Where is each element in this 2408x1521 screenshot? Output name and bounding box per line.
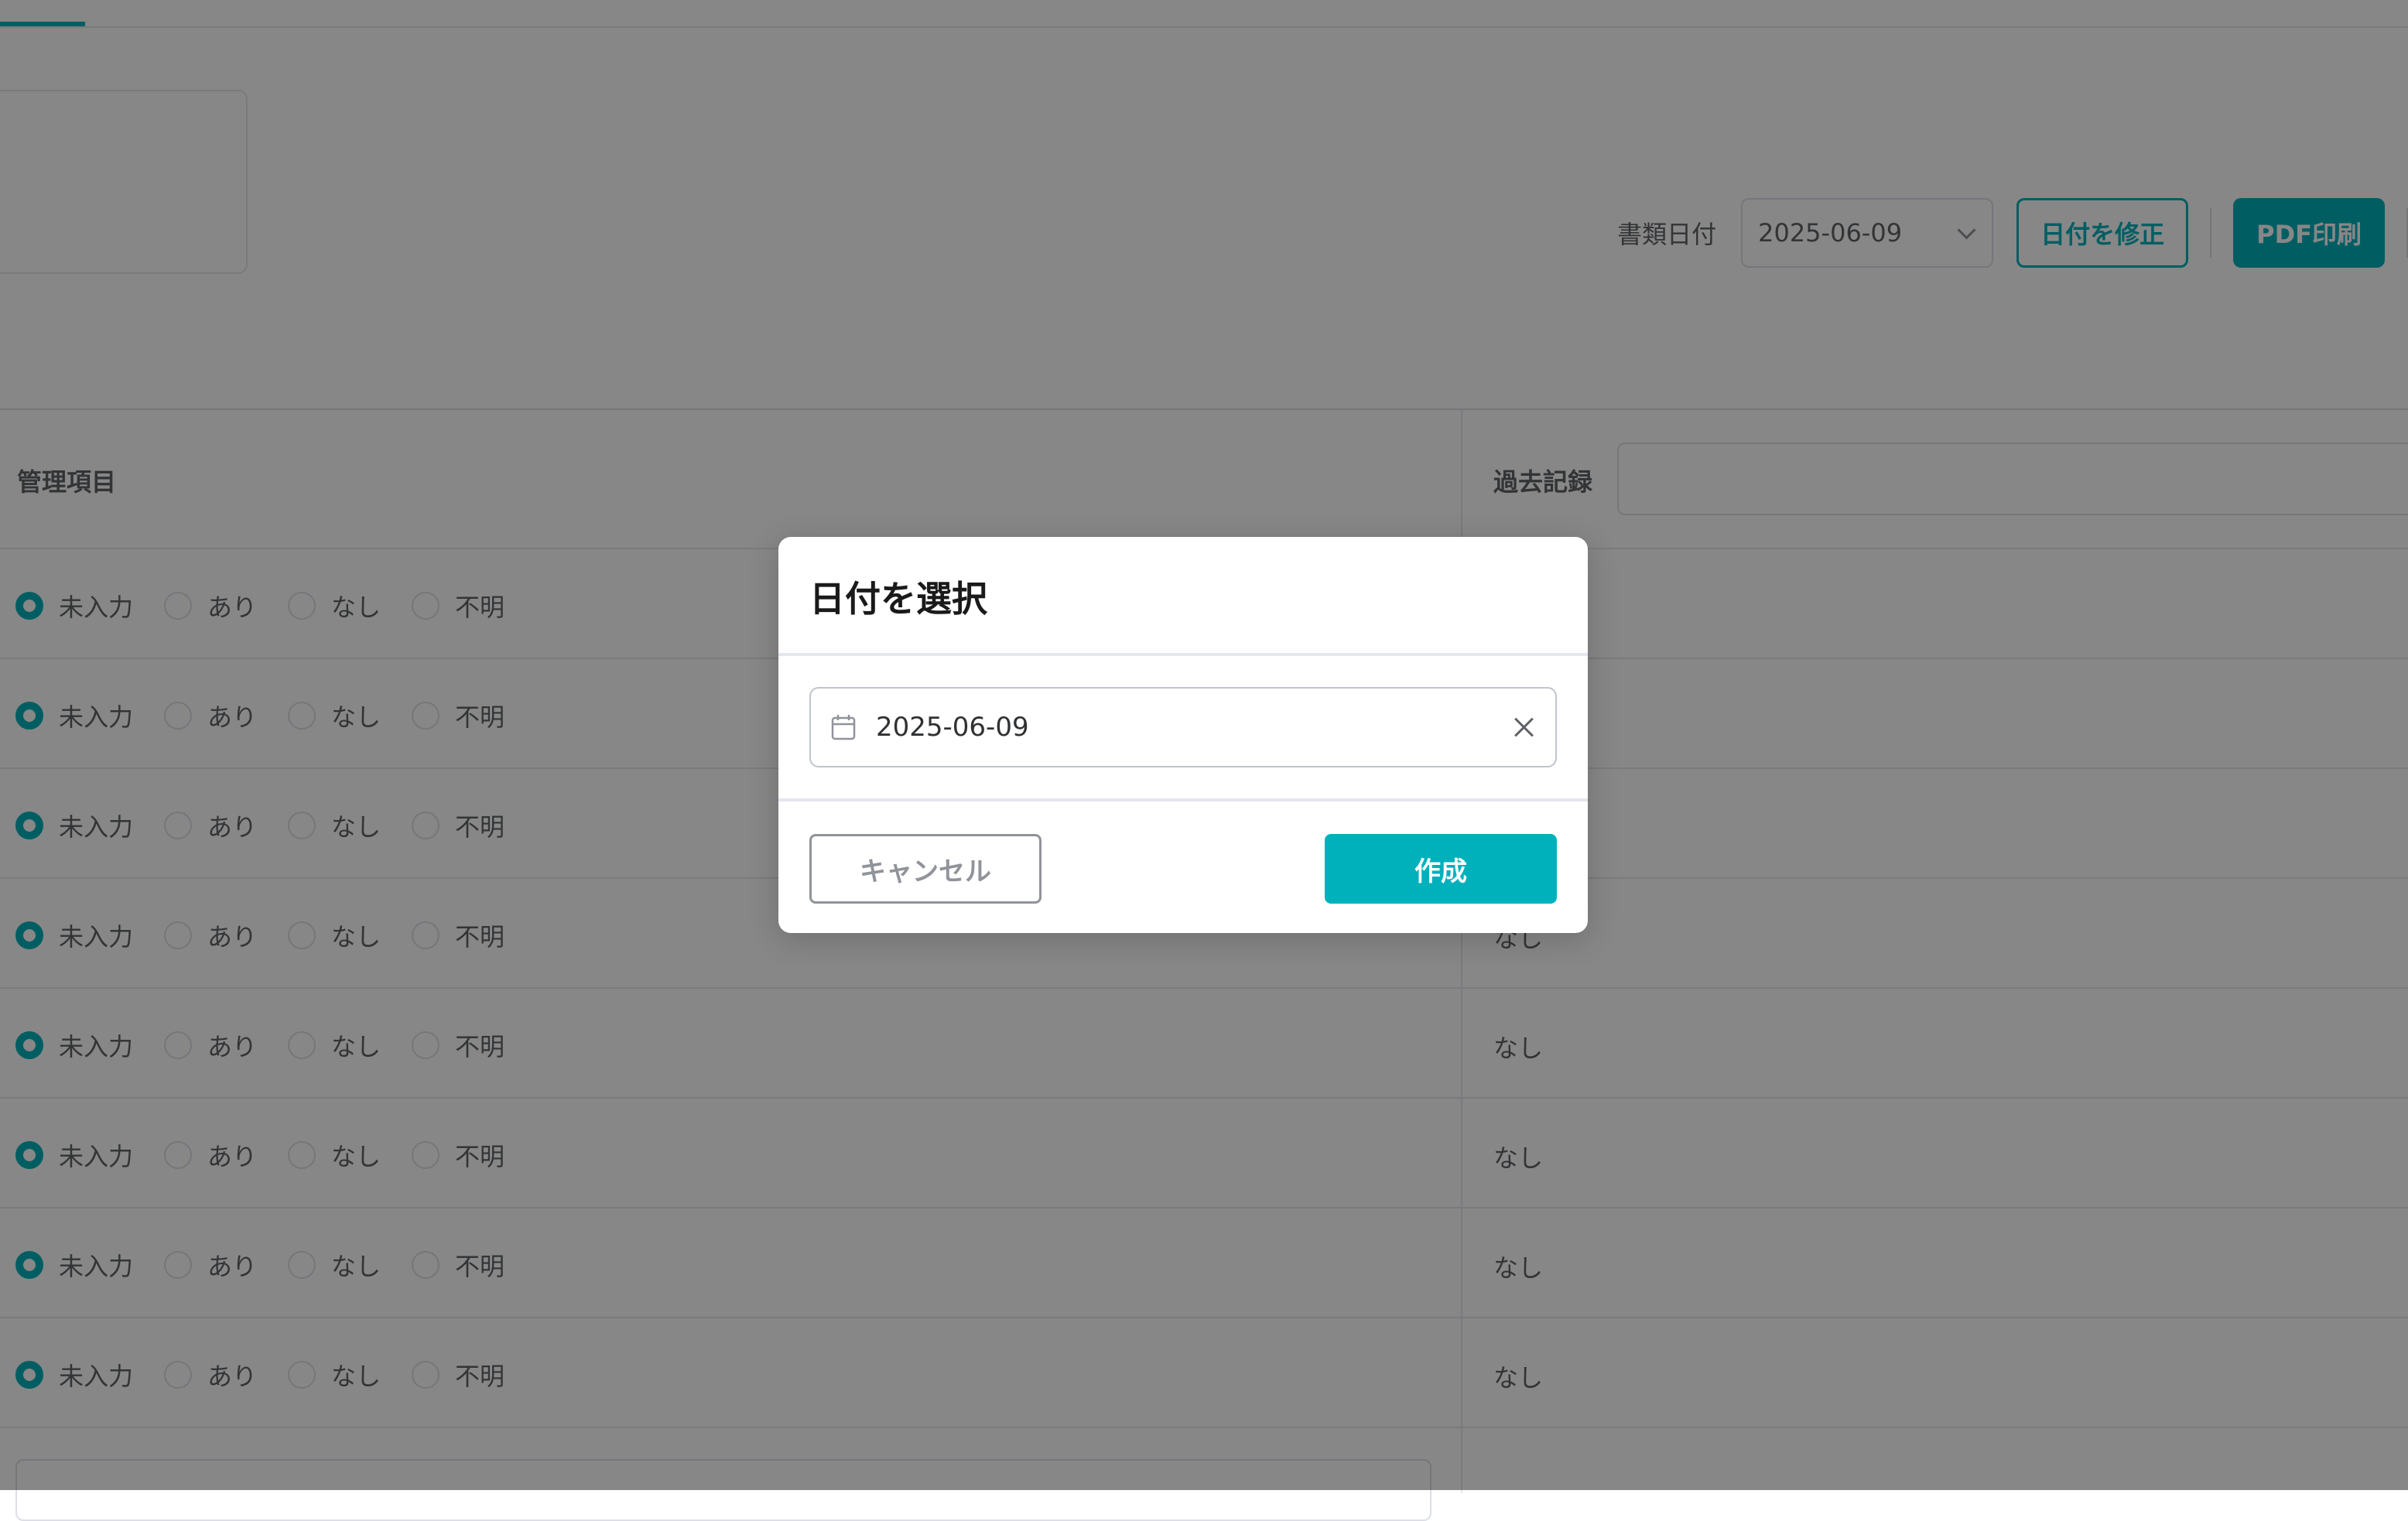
dialog-title: 日付を選択 [809, 578, 987, 620]
dialog-divider [778, 653, 1588, 656]
cancel-button[interactable]: キャンセル [809, 834, 1042, 904]
date-select-dialog: 日付を選択 2025-06-09 キャンセル 作成 [778, 537, 1588, 933]
dialog-divider [778, 798, 1588, 802]
create-button[interactable]: 作成 [1325, 834, 1557, 904]
clear-icon[interactable] [1514, 716, 1535, 738]
date-picker-input[interactable]: 2025-06-09 [809, 687, 1557, 767]
calendar-icon [831, 714, 856, 740]
page: 書類日付 2025-06-09 日付を修正 PDF印刷 管理項目 過去記録 未入… [0, 0, 2408, 1521]
date-picker-value: 2025-06-09 [876, 712, 1029, 743]
